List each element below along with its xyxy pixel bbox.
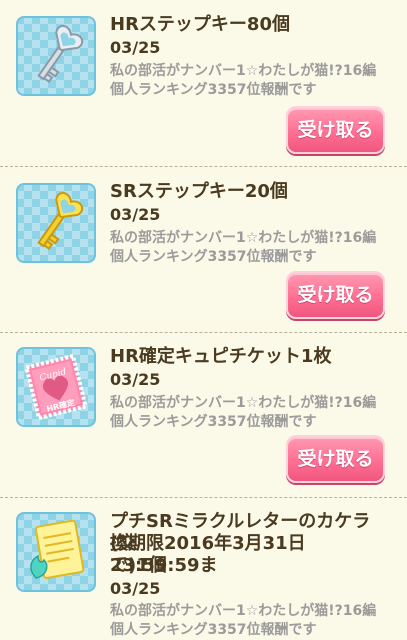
reward-date: 03/25 — [110, 205, 161, 224]
reward-desc-line2: 個人ランキング3357位報酬です — [110, 622, 317, 638]
reward-desc-line1: 私の部活がナンバー1☆わたしが猫!?16編 — [110, 230, 377, 246]
receive-button[interactable]: 受け取る — [286, 106, 385, 154]
reward-item: SRステップキー20個 03/25 私の部活がナンバー1☆わたしが猫!?16編 … — [0, 167, 407, 333]
reward-title: SRステップキー20個 — [110, 181, 288, 202]
cupid-ticket-icon: Cupid HR確定 — [16, 347, 96, 427]
reward-desc-line2: 個人ランキング3357位報酬です — [110, 249, 317, 265]
reward-title: HR確定キュピチケット1枚 — [110, 346, 332, 367]
reward-list: HRステップキー80個 03/25 私の部活がナンバー1☆わたしが猫!?16編 … — [0, 0, 407, 640]
reward-desc-line2: 個人ランキング3357位報酬です — [110, 414, 317, 430]
receive-button[interactable]: 受け取る — [286, 271, 385, 319]
silver-heart-key-icon — [16, 16, 96, 96]
reward-title: HRステップキー80個 — [110, 14, 290, 35]
reward-date: 03/25 — [110, 370, 161, 389]
reward-desc-line2: 個人ランキング3357位報酬です — [110, 82, 317, 98]
gold-heart-key-icon — [16, 183, 96, 263]
reward-desc-line1: 私の部活がナンバー1☆わたしが猫!?16編 — [110, 63, 377, 79]
reward-date: 03/25 — [110, 38, 161, 57]
reward-title-line3: で)1個 — [110, 555, 167, 576]
reward-desc-line1: 私の部活がナンバー1☆わたしが猫!?16編 — [110, 603, 377, 619]
miracle-letter-icon — [16, 512, 96, 592]
receive-button[interactable]: 受け取る — [286, 435, 385, 483]
reward-item: HRステップキー80個 03/25 私の部活がナンバー1☆わたしが猫!?16編 … — [0, 0, 407, 167]
reward-desc-line1: 私の部活がナンバー1☆わたしが猫!?16編 — [110, 395, 377, 411]
reward-item: Cupid HR確定 HR確定キュピチケット1枚 03/25 私の部活がナンバー… — [0, 333, 407, 498]
reward-item: プチSRミラクルレターのカケラ(交 換期限2016年3月31日23:59:59ま… — [0, 498, 407, 640]
reward-date: 03/25 — [110, 579, 161, 598]
